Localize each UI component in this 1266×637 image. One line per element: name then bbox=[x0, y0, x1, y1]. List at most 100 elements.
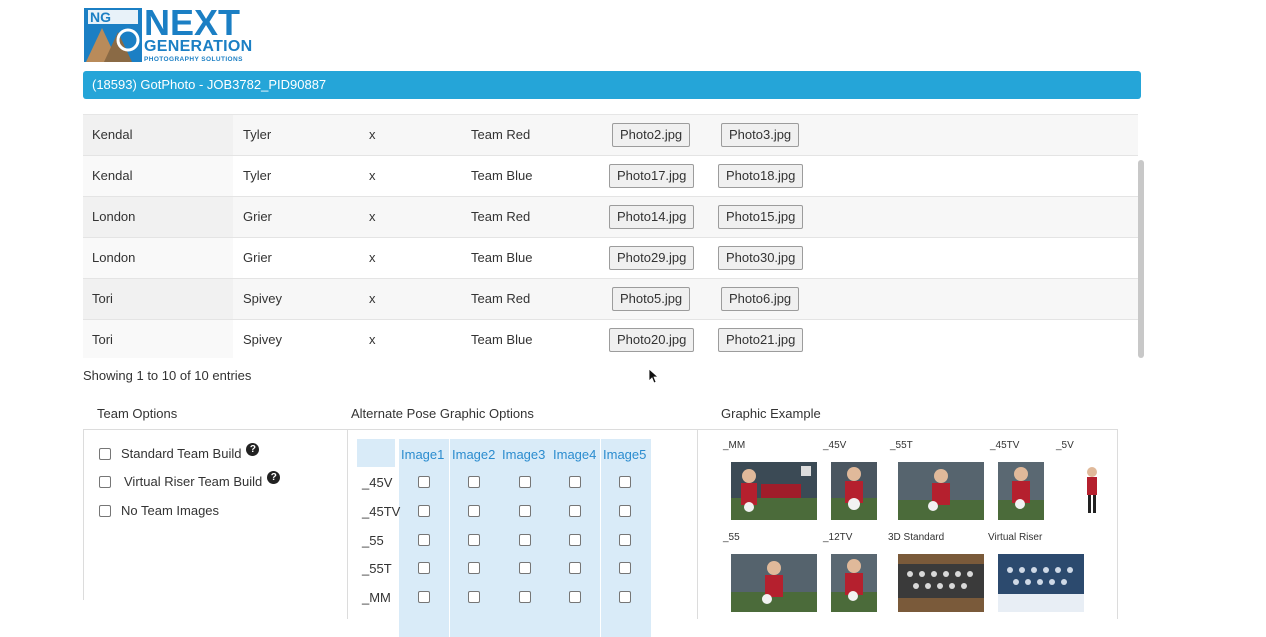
first-name-cell: Tori bbox=[83, 279, 233, 319]
x-cell: x bbox=[369, 209, 376, 224]
no-team-images-label: No Team Images bbox=[121, 503, 220, 518]
example-55t-thumbnail bbox=[898, 462, 984, 520]
alt-pose-row-55: _55 bbox=[357, 526, 652, 555]
table-row: Tori Spivey x Team Red Photo5.jpg Photo6… bbox=[83, 279, 1138, 320]
example-label: _12TV bbox=[823, 532, 853, 543]
pose-checkbox[interactable] bbox=[619, 476, 631, 488]
photo2-button[interactable]: Photo30.jpg bbox=[718, 246, 804, 270]
photo2-button[interactable]: Photo6.jpg bbox=[721, 287, 800, 311]
example-label: Virtual Riser bbox=[988, 532, 1043, 543]
pose-checkbox[interactable] bbox=[468, 476, 480, 488]
virtual-riser-team-build-label: Virtual Riser Team Build bbox=[124, 474, 263, 489]
team-cell: Team Blue bbox=[471, 168, 533, 183]
example-label: _45TV bbox=[990, 440, 1020, 451]
photo1-button[interactable]: Photo17.jpg bbox=[609, 164, 695, 188]
image3-column-header: Image3 bbox=[502, 447, 546, 462]
team-options-panel: Standard Team Build ? Virtual Riser Team… bbox=[83, 429, 347, 600]
alt-pose-row-55t: _55T bbox=[357, 554, 652, 583]
pose-checkbox[interactable] bbox=[569, 505, 581, 517]
pose-checkbox[interactable] bbox=[468, 591, 480, 603]
pose-checkbox[interactable] bbox=[519, 591, 531, 603]
example-virtual-riser-thumbnail bbox=[998, 554, 1084, 612]
help-icon[interactable]: ? bbox=[267, 471, 281, 484]
pose-checkbox[interactable] bbox=[519, 476, 531, 488]
pose-checkbox[interactable] bbox=[418, 505, 430, 517]
alt-pose-row-45tv: _45TV bbox=[357, 497, 652, 526]
no-team-images-option[interactable]: No Team Images bbox=[99, 503, 219, 518]
photo1-button[interactable]: Photo20.jpg bbox=[609, 328, 695, 352]
photo1-button[interactable]: Photo14.jpg bbox=[609, 205, 695, 229]
x-cell: x bbox=[369, 291, 376, 306]
logo-tagline: PHOTOGRAPHY SOLUTIONS bbox=[144, 56, 243, 63]
first-name-cell: London bbox=[83, 238, 233, 278]
svg-text:NG: NG bbox=[90, 9, 111, 25]
standard-team-build-option[interactable]: Standard Team Build ? bbox=[99, 443, 260, 461]
help-icon[interactable]: ? bbox=[246, 443, 260, 456]
pose-checkbox[interactable] bbox=[468, 534, 480, 546]
example-5v-thumbnail bbox=[1082, 464, 1102, 518]
alt-pose-panel: Image1 Image2 Image3 Image4 Image5 _45V … bbox=[347, 429, 697, 637]
virtual-riser-team-build-checkbox[interactable] bbox=[99, 475, 111, 488]
virtual-riser-team-build-option[interactable]: Virtual Riser Team Build ? bbox=[99, 471, 281, 489]
pose-checkbox[interactable] bbox=[619, 591, 631, 603]
last-name-cell: Grier bbox=[243, 209, 272, 224]
alt-pose-row-mm: _MM bbox=[357, 583, 652, 612]
example-label: 3D Standard bbox=[888, 532, 945, 543]
table-row: London Grier x Team Red Photo14.jpg Phot… bbox=[83, 197, 1138, 238]
photo1-button[interactable]: Photo29.jpg bbox=[609, 246, 695, 270]
first-name-cell: Kendal bbox=[83, 156, 233, 196]
graphic-example-panel: _MM _45V _55T _45TV _5V _55 _12TV 3D Sta… bbox=[697, 429, 1118, 619]
photo2-button[interactable]: Photo3.jpg bbox=[721, 123, 800, 147]
example-label: _55T bbox=[890, 440, 913, 451]
example-45v-thumbnail bbox=[831, 462, 877, 520]
pose-checkbox[interactable] bbox=[619, 505, 631, 517]
pose-checkbox[interactable] bbox=[468, 562, 480, 574]
last-name-cell: Tyler bbox=[243, 168, 272, 183]
image5-column-header: Image5 bbox=[603, 447, 647, 462]
image2-column-header: Image2 bbox=[452, 447, 496, 462]
pose-checkbox[interactable] bbox=[418, 476, 430, 488]
team-cell: Team Blue bbox=[471, 332, 533, 347]
pose-checkbox[interactable] bbox=[418, 534, 430, 546]
team-options-heading: Team Options bbox=[97, 406, 178, 421]
last-name-cell: Tyler bbox=[243, 127, 272, 142]
table-scrollbar[interactable] bbox=[1138, 160, 1144, 358]
example-label: _MM bbox=[723, 440, 746, 451]
example-45tv-thumbnail bbox=[998, 462, 1044, 520]
team-cell: Team Red bbox=[471, 209, 531, 224]
pose-label: _45TV bbox=[362, 504, 401, 519]
pose-checkbox[interactable] bbox=[569, 534, 581, 546]
photo2-button[interactable]: Photo18.jpg bbox=[718, 164, 804, 188]
no-team-images-checkbox[interactable] bbox=[99, 504, 111, 517]
photo1-button[interactable]: Photo5.jpg bbox=[612, 287, 691, 311]
team-cell: Team Red bbox=[471, 127, 531, 142]
example-label: _55 bbox=[723, 532, 740, 543]
last-name-cell: Grier bbox=[243, 250, 272, 265]
example-mm-thumbnail bbox=[731, 462, 817, 520]
pose-checkbox[interactable] bbox=[468, 505, 480, 517]
photo2-button[interactable]: Photo21.jpg bbox=[718, 328, 804, 352]
alt-pose-heading: Alternate Pose Graphic Options bbox=[351, 406, 534, 421]
pose-checkbox[interactable] bbox=[519, 505, 531, 517]
pose-checkbox[interactable] bbox=[519, 534, 531, 546]
entries-info: Showing 1 to 10 of 10 entries bbox=[83, 368, 252, 383]
pose-label: _55 bbox=[362, 533, 384, 548]
standard-team-build-checkbox[interactable] bbox=[99, 447, 111, 460]
image4-column-header: Image4 bbox=[553, 447, 597, 462]
pose-checkbox[interactable] bbox=[519, 562, 531, 574]
pose-checkbox[interactable] bbox=[619, 562, 631, 574]
logo-word-next: NEXT bbox=[144, 2, 241, 43]
pose-checkbox[interactable] bbox=[569, 562, 581, 574]
pose-checkbox[interactable] bbox=[569, 476, 581, 488]
table-row: London Grier x Team Blue Photo29.jpg Pho… bbox=[83, 238, 1138, 279]
image1-column-header: Image1 bbox=[401, 447, 445, 462]
team-cell: Team Red bbox=[471, 291, 531, 306]
pose-checkbox[interactable] bbox=[569, 591, 581, 603]
photo1-button[interactable]: Photo2.jpg bbox=[612, 123, 691, 147]
ng-logo-icon: NG bbox=[84, 8, 142, 62]
table-row: Tori Spivey x Team Blue Photo20.jpg Phot… bbox=[83, 320, 1138, 358]
pose-checkbox[interactable] bbox=[418, 591, 430, 603]
pose-checkbox[interactable] bbox=[418, 562, 430, 574]
pose-checkbox[interactable] bbox=[619, 534, 631, 546]
photo2-button[interactable]: Photo15.jpg bbox=[718, 205, 804, 229]
